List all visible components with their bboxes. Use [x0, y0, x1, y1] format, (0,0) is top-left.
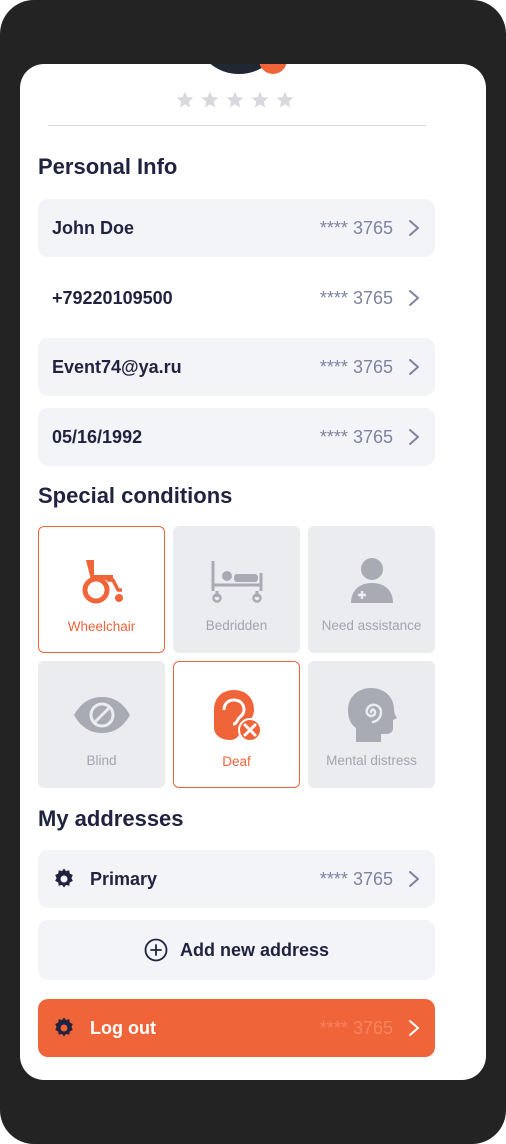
logout-label: Log out [90, 1017, 156, 1038]
address-masked: **** 3765 [319, 868, 393, 889]
address-row-primary[interactable]: Primary **** 3765 [38, 850, 435, 908]
info-row-masked: **** 3765 [319, 287, 393, 308]
chevron-right-icon [409, 429, 419, 445]
star-icon[interactable] [250, 90, 270, 110]
addresses-title: My addresses [38, 806, 184, 831]
info-row-email[interactable]: Event74@ya.ru **** 3765 [38, 338, 435, 396]
logout-button[interactable]: Log out **** 3765 [38, 999, 435, 1057]
rating-stars[interactable] [175, 90, 295, 110]
phone-frame: Personal Info John Doe **** 3765 +792201… [0, 0, 506, 1144]
address-label: Primary [90, 868, 158, 889]
star-icon[interactable] [225, 90, 245, 110]
info-row-label: +79220109500 [52, 287, 173, 308]
chevron-right-icon [409, 871, 419, 887]
plus-circle-icon [144, 938, 168, 962]
condition-deaf[interactable]: Deaf [173, 661, 300, 788]
personal-info-title: Personal Info [38, 154, 178, 179]
bed-icon [211, 561, 262, 603]
info-row-label: 05/16/1992 [52, 426, 143, 447]
condition-label: Mental distress [326, 753, 417, 768]
condition-mental-distress[interactable]: Mental distress [308, 661, 435, 788]
head-spiral-icon [347, 688, 397, 742]
star-icon[interactable] [275, 90, 295, 110]
add-address-button[interactable]: Add new address [38, 920, 435, 980]
eye-slash-icon [73, 697, 130, 733]
gear-icon [55, 868, 73, 888]
condition-label: Bedridden [205, 618, 268, 633]
star-icon[interactable] [200, 90, 220, 110]
condition-need-assistance[interactable]: Need assistance [308, 526, 435, 653]
condition-label: Blind [86, 753, 117, 768]
chevron-right-icon [409, 1020, 419, 1036]
info-row-birthdate[interactable]: 05/16/1992 **** 3765 [38, 408, 435, 466]
profile-screen: Personal Info John Doe **** 3765 +792201… [20, 64, 486, 1080]
gear-icon [55, 1017, 73, 1037]
wheelchair-icon [82, 560, 123, 604]
info-row-phone[interactable]: +79220109500 **** 3765 [38, 269, 435, 327]
divider [48, 125, 426, 126]
special-conditions-title: Special conditions [38, 483, 233, 508]
condition-label: Wheelchair [67, 619, 136, 634]
avatar-badge [259, 64, 287, 74]
medical-person-icon [350, 558, 393, 603]
condition-label: Need assistance [321, 618, 422, 633]
info-row-name[interactable]: John Doe **** 3765 [38, 199, 435, 257]
chevron-right-icon [409, 290, 419, 306]
info-row-masked: **** 3765 [319, 356, 393, 377]
condition-label: Deaf [222, 754, 251, 769]
condition-blind[interactable]: Blind [38, 661, 165, 788]
condition-wheelchair[interactable]: Wheelchair [38, 526, 165, 653]
logout-masked: **** 3765 [319, 1017, 393, 1038]
info-row-label: John Doe [52, 217, 135, 238]
star-icon[interactable] [175, 90, 195, 110]
info-row-label: Event74@ya.ru [52, 356, 182, 377]
info-row-masked: **** 3765 [319, 217, 393, 238]
ear-off-icon [213, 690, 262, 742]
chevron-right-icon [409, 359, 419, 375]
info-row-masked: **** 3765 [319, 426, 393, 447]
add-address-label: Add new address [179, 939, 330, 960]
condition-bedridden[interactable]: Bedridden [173, 526, 300, 653]
chevron-right-icon [409, 220, 419, 236]
